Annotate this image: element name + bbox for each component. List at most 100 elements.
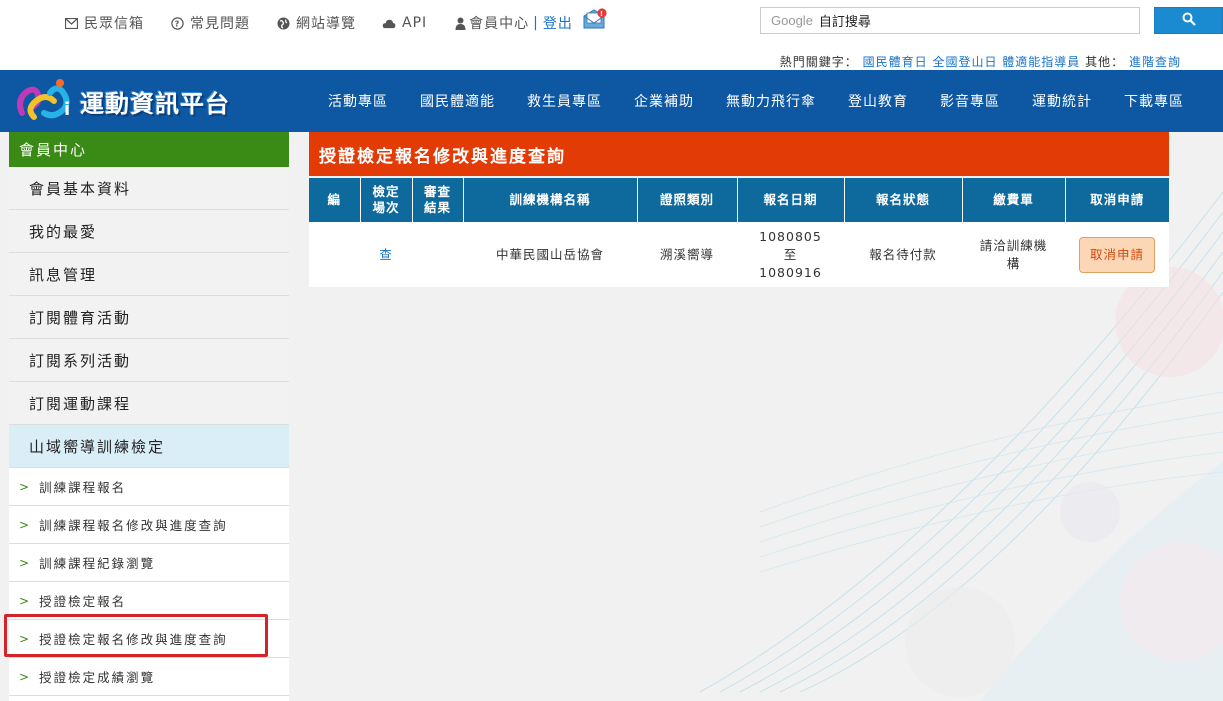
cell-no bbox=[309, 222, 360, 287]
col-header-label: 繳費單 bbox=[993, 192, 1034, 207]
col-header-label: 報名狀態 bbox=[875, 192, 930, 207]
nav-item-fitness[interactable]: 國民體適能 bbox=[404, 91, 511, 111]
col-header-label: 審查 結果 bbox=[423, 184, 451, 215]
svg-text:?: ? bbox=[174, 19, 180, 28]
envelope-icon bbox=[64, 16, 78, 30]
sidebar-subitem-label: 訓練課程紀錄瀏覽 bbox=[39, 556, 156, 571]
date-to: 至 bbox=[783, 246, 798, 262]
svg-text:i: i bbox=[64, 99, 70, 120]
hot-keyword-link[interactable]: 體適能指導員 bbox=[1002, 55, 1080, 69]
table-row: 查 中華民國山岳協會 溯溪嚮導 1080805 至 1080916 報名待付款 … bbox=[309, 222, 1169, 287]
search-icon bbox=[1182, 12, 1196, 30]
separator: | bbox=[533, 15, 539, 31]
notification-mail-icon[interactable]: ! bbox=[583, 8, 607, 30]
logo-text: 運動資訊平台 bbox=[80, 89, 230, 118]
member-center-label: 會員中心 bbox=[469, 16, 530, 32]
col-header-category: 證照類別 bbox=[637, 178, 738, 222]
sidebar-item-mountain-guide[interactable]: 山域嚮導訓練檢定 bbox=[9, 425, 289, 468]
session-view-link[interactable]: 查 bbox=[379, 247, 393, 262]
col-header-cancel: 取消申請 bbox=[1065, 178, 1169, 222]
chevron-right-icon: > bbox=[19, 555, 32, 570]
top-link-mailbox[interactable]: 民眾信箱 bbox=[64, 13, 144, 33]
top-link-label: 網站導覽 bbox=[296, 16, 356, 32]
date-end: 1080916 bbox=[759, 264, 822, 280]
sidebar-subitem-label: 訓練課程報名修改與進度查詢 bbox=[39, 518, 228, 533]
cancel-application-button[interactable]: 取消申請 bbox=[1078, 236, 1155, 273]
search-placeholder: 自訂搜尋 bbox=[818, 15, 871, 30]
logo-mark-icon: i bbox=[14, 73, 76, 129]
date-start: 1080805 bbox=[759, 228, 822, 244]
registration-table: 編 檢定 場次 審查 結果 訓練機構名稱 證照類別 報名日期 報名狀態 繳費單 … bbox=[309, 178, 1169, 287]
question-icon: ? bbox=[170, 16, 184, 30]
sidebar-item-subscribe-courses[interactable]: 訂閱運動課程 bbox=[9, 382, 289, 425]
user-icon bbox=[453, 16, 467, 30]
sidebar-subitem-training-signup[interactable]: > 訓練課程報名 bbox=[9, 468, 289, 506]
nav-item-lifeguard[interactable]: 救生員專區 bbox=[511, 91, 618, 111]
search-brand: Google bbox=[771, 13, 813, 28]
logout-link[interactable]: 登出 bbox=[543, 13, 573, 33]
col-header-no: 編 bbox=[309, 178, 361, 222]
sidebar-item-subscribe-sports[interactable]: 訂閱體育活動 bbox=[9, 296, 289, 339]
sidebar-subitem-label: 授證檢定報名 bbox=[39, 594, 127, 609]
top-link-faq[interactable]: ? 常見問題 bbox=[170, 13, 250, 33]
top-link-label: 常見問題 bbox=[190, 16, 250, 32]
cell-cancel: 取消申請 bbox=[1065, 222, 1169, 287]
sidebar-subitem-training-records[interactable]: > 訓練課程紀錄瀏覽 bbox=[9, 544, 289, 582]
other-label: 其他： bbox=[1085, 55, 1125, 69]
sidebar-item-messages[interactable]: 訊息管理 bbox=[9, 253, 289, 296]
col-header-label: 訓練機構名稱 bbox=[509, 192, 591, 207]
cell-review bbox=[412, 222, 463, 287]
nav-item-subsidy[interactable]: 企業補助 bbox=[618, 91, 710, 111]
hot-keyword-link[interactable]: 國民體育日 bbox=[863, 55, 928, 69]
nav-item-mountain[interactable]: 登山教育 bbox=[832, 91, 924, 111]
sidebar-item-subscribe-series[interactable]: 訂閱系列活動 bbox=[9, 339, 289, 382]
top-utility-bar: 民眾信箱 ? 常見問題 網站導覽 API 會員中心 | 登出 ! Google … bbox=[0, 0, 1223, 70]
chevron-right-icon: > bbox=[19, 593, 32, 608]
site-logo[interactable]: i 運動資訊平台 bbox=[14, 75, 230, 127]
sidebar-subitem-cert-results[interactable]: > 授證檢定成績瀏覽 bbox=[9, 658, 289, 696]
nav-item-activities[interactable]: 活動專區 bbox=[312, 91, 404, 111]
nav-item-download[interactable]: 下載專區 bbox=[1108, 91, 1200, 111]
cell-session: 查 bbox=[360, 222, 412, 287]
cell-category: 溯溪嚮導 bbox=[659, 246, 714, 262]
top-links: 民眾信箱 ? 常見問題 網站導覽 API 會員中心 | 登出 ! bbox=[64, 8, 607, 33]
col-header-review: 審查 結果 bbox=[412, 178, 464, 222]
member-sidebar: 會員中心 會員基本資料 我的最愛 訊息管理 訂閱體育活動 訂閱系列活動 訂閱運動… bbox=[9, 132, 289, 701]
top-link-sitemap[interactable]: 網站導覽 bbox=[276, 13, 356, 33]
col-header-label: 證照類別 bbox=[659, 192, 714, 207]
chevron-right-icon: > bbox=[19, 479, 32, 494]
chevron-right-icon: > bbox=[19, 517, 32, 532]
col-header-status: 報名狀態 bbox=[844, 178, 963, 222]
sidebar-subitem-label: 授證檢定報名修改與進度查詢 bbox=[39, 632, 228, 647]
advanced-search-link[interactable]: 進階查詢 bbox=[1129, 55, 1181, 69]
payment-text: 請洽訓練機構 bbox=[979, 237, 1048, 271]
hot-keyword-link[interactable]: 全國登山日 bbox=[932, 55, 997, 69]
col-header-org: 訓練機構名稱 bbox=[463, 178, 638, 222]
nav-item-media[interactable]: 影音專區 bbox=[924, 91, 1016, 111]
col-header-label: 報名日期 bbox=[763, 192, 818, 207]
top-link-member-center[interactable]: 會員中心 bbox=[453, 13, 529, 33]
sidebar-header: 會員中心 bbox=[9, 132, 289, 167]
cell-org: 中華民國山岳協會 bbox=[495, 246, 604, 262]
sidebar-subitem-cert-modify[interactable]: > 授證檢定報名修改與進度查詢 bbox=[9, 620, 289, 658]
col-header-label: 編 bbox=[327, 192, 341, 207]
search-input[interactable]: Google 自訂搜尋 bbox=[760, 7, 1140, 34]
table-header-row: 編 檢定 場次 審查 結果 訓練機構名稱 證照類別 報名日期 報名狀態 繳費單 … bbox=[309, 178, 1169, 222]
search-button[interactable] bbox=[1154, 7, 1223, 34]
top-link-label: 民眾信箱 bbox=[84, 16, 144, 32]
col-header-date: 報名日期 bbox=[737, 178, 845, 222]
nav-menu: 活動專區 國民體適能 救生員專區 企業補助 無動力飛行傘 登山教育 影音專區 運… bbox=[312, 70, 1200, 132]
hot-keywords-label: 熱門關鍵字： bbox=[779, 55, 858, 69]
top-link-api[interactable]: API bbox=[382, 15, 427, 31]
page-title: 授證檢定報名修改與進度查詢 bbox=[309, 132, 1169, 176]
cell-payment: 請洽訓練機構 bbox=[962, 222, 1065, 287]
nav-item-stats[interactable]: 運動統計 bbox=[1016, 91, 1108, 111]
sidebar-item-favorites[interactable]: 我的最愛 bbox=[9, 210, 289, 253]
col-header-payment: 繳費單 bbox=[962, 178, 1066, 222]
sidebar-subitem-cert-signup[interactable]: > 授證檢定報名 bbox=[9, 582, 289, 620]
sidebar-subitem-training-modify[interactable]: > 訓練課程報名修改與進度查詢 bbox=[9, 506, 289, 544]
sidebar-item-profile[interactable]: 會員基本資料 bbox=[9, 167, 289, 210]
nav-item-paraglider[interactable]: 無動力飛行傘 bbox=[710, 91, 832, 111]
hot-keywords: 熱門關鍵字： 國民體育日 全國登山日 體適能指導員 其他： 進階查詢 bbox=[780, 53, 1181, 70]
chevron-right-icon: > bbox=[19, 631, 32, 646]
